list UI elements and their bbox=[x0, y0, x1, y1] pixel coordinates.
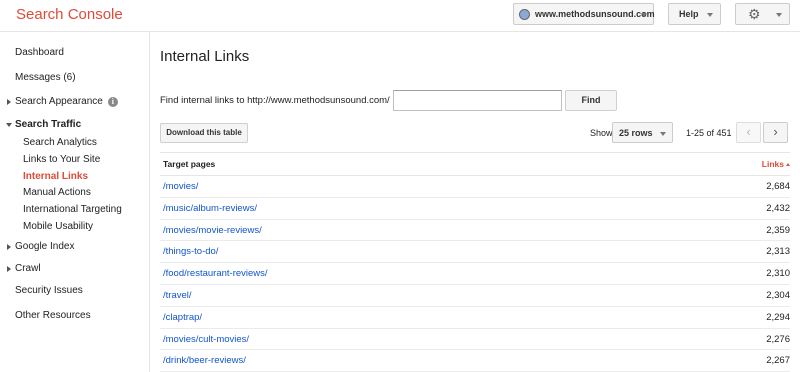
sidebar-item-search-traffic[interactable]: Search Traffic bbox=[15, 119, 81, 130]
table-row: /food/restaurant-reviews/2,310 bbox=[160, 263, 790, 285]
links-count: 2,267 bbox=[766, 355, 790, 367]
sidebar-item-label: Search Appearance bbox=[15, 96, 103, 107]
help-button-label: Help bbox=[679, 9, 699, 19]
chevron-down-icon bbox=[707, 13, 713, 17]
target-page-link[interactable]: /movies/cult-movies/ bbox=[163, 334, 249, 345]
sidebar-item-search-appearance[interactable]: Search Appearance i bbox=[15, 96, 118, 107]
find-input[interactable] bbox=[393, 90, 562, 111]
sidebar-item-manual-actions[interactable]: Manual Actions bbox=[23, 187, 91, 198]
expand-arrow-icon[interactable] bbox=[7, 99, 11, 105]
internal-links-table: Target pages Links /movies/2,684 /music/… bbox=[160, 152, 790, 372]
chevron-down-icon bbox=[641, 13, 647, 17]
previous-page-button[interactable]: ‹ bbox=[736, 122, 761, 143]
target-page-link[interactable]: /claptrap/ bbox=[163, 312, 202, 323]
top-bar: Search Console www.methodsunsound.com He… bbox=[0, 0, 800, 32]
table-row: /claptrap/2,294 bbox=[160, 307, 790, 329]
sidebar-item-security-issues[interactable]: Security Issues bbox=[15, 285, 83, 296]
target-page-link[interactable]: /food/restaurant-reviews/ bbox=[163, 268, 268, 279]
sidebar-item-google-index[interactable]: Google Index bbox=[15, 241, 75, 252]
collapse-arrow-icon[interactable] bbox=[6, 123, 12, 127]
table-row: /things-to-do/2,313 bbox=[160, 241, 790, 264]
table-row: /movies/movie-reviews/2,359 bbox=[160, 220, 790, 242]
next-page-button[interactable]: › bbox=[763, 122, 788, 143]
links-count: 2,359 bbox=[766, 224, 790, 236]
gear-icon: ⚙ bbox=[748, 6, 761, 22]
table-row: /drink/beer-reviews/2,267 bbox=[160, 350, 790, 372]
sort-ascending-icon bbox=[786, 163, 790, 166]
find-label: Find internal links to http://www.method… bbox=[160, 95, 390, 106]
table-row: /movies/2,684 bbox=[160, 176, 790, 198]
info-icon[interactable]: i bbox=[107, 97, 118, 107]
table-row: /travel/2,304 bbox=[160, 285, 790, 307]
show-label: Show bbox=[590, 128, 613, 138]
chevron-down-icon bbox=[776, 13, 782, 17]
links-count: 2,313 bbox=[766, 246, 790, 258]
expand-arrow-icon[interactable] bbox=[7, 244, 11, 250]
help-button[interactable]: Help bbox=[668, 3, 721, 25]
target-page-link[interactable]: /music/album-reviews/ bbox=[163, 203, 257, 214]
sidebar-item-dashboard[interactable]: Dashboard bbox=[15, 47, 64, 58]
pagination-range: 1-25 of 451 bbox=[686, 128, 732, 138]
table-header: Target pages Links bbox=[160, 152, 790, 176]
table-row: /music/album-reviews/2,432 bbox=[160, 198, 790, 220]
target-page-link[interactable]: /drink/beer-reviews/ bbox=[163, 355, 246, 366]
sidebar-item-links-to-your-site[interactable]: Links to Your Site bbox=[23, 154, 100, 165]
chevron-right-icon: › bbox=[773, 124, 778, 139]
target-page-link[interactable]: /movies/ bbox=[163, 181, 198, 192]
main-content: Internal Links Find internal links to ht… bbox=[151, 32, 800, 372]
settings-button[interactable]: ⚙ bbox=[735, 3, 790, 25]
links-count: 2,684 bbox=[766, 181, 790, 192]
expand-arrow-icon[interactable] bbox=[7, 266, 11, 272]
page-title: Internal Links bbox=[160, 48, 250, 65]
sidebar-item-mobile-usability[interactable]: Mobile Usability bbox=[23, 221, 93, 232]
links-count: 2,276 bbox=[766, 333, 790, 345]
rows-select-value: 25 rows bbox=[619, 128, 653, 138]
column-header-target-pages[interactable]: Target pages bbox=[163, 159, 215, 169]
site-selector-label: www.methodsunsound.com bbox=[535, 9, 655, 19]
column-header-links-label: Links bbox=[761, 159, 784, 169]
sidebar-item-other-resources[interactable]: Other Resources bbox=[15, 310, 91, 321]
sidebar-item-internal-links[interactable]: Internal Links bbox=[23, 171, 88, 182]
sidebar-item-international-targeting[interactable]: International Targeting bbox=[23, 204, 122, 215]
links-count: 2,304 bbox=[766, 289, 790, 301]
links-count: 2,294 bbox=[766, 311, 790, 323]
target-page-link[interactable]: /things-to-do/ bbox=[163, 246, 218, 257]
table-row: /movies/cult-movies/2,276 bbox=[160, 329, 790, 351]
find-button[interactable]: Find bbox=[565, 90, 617, 111]
sidebar: Dashboard Messages (6) Search Appearance… bbox=[0, 32, 150, 372]
rows-per-page-select[interactable]: 25 rows bbox=[612, 122, 673, 143]
sidebar-item-search-analytics[interactable]: Search Analytics bbox=[23, 137, 97, 148]
column-header-links[interactable]: Links bbox=[762, 159, 790, 169]
links-count: 2,432 bbox=[766, 202, 790, 214]
links-count: 2,310 bbox=[766, 268, 790, 280]
target-page-link[interactable]: /travel/ bbox=[163, 290, 192, 301]
chevron-down-icon bbox=[660, 132, 666, 136]
sidebar-item-messages[interactable]: Messages (6) bbox=[15, 72, 76, 83]
sidebar-item-crawl[interactable]: Crawl bbox=[15, 263, 41, 274]
chevron-left-icon: ‹ bbox=[746, 124, 751, 139]
target-page-link[interactable]: /movies/movie-reviews/ bbox=[163, 225, 262, 236]
globe-icon bbox=[519, 8, 530, 20]
download-table-button[interactable]: Download this table bbox=[160, 123, 248, 143]
app-brand[interactable]: Search Console bbox=[16, 6, 123, 23]
site-selector[interactable]: www.methodsunsound.com bbox=[513, 3, 655, 25]
